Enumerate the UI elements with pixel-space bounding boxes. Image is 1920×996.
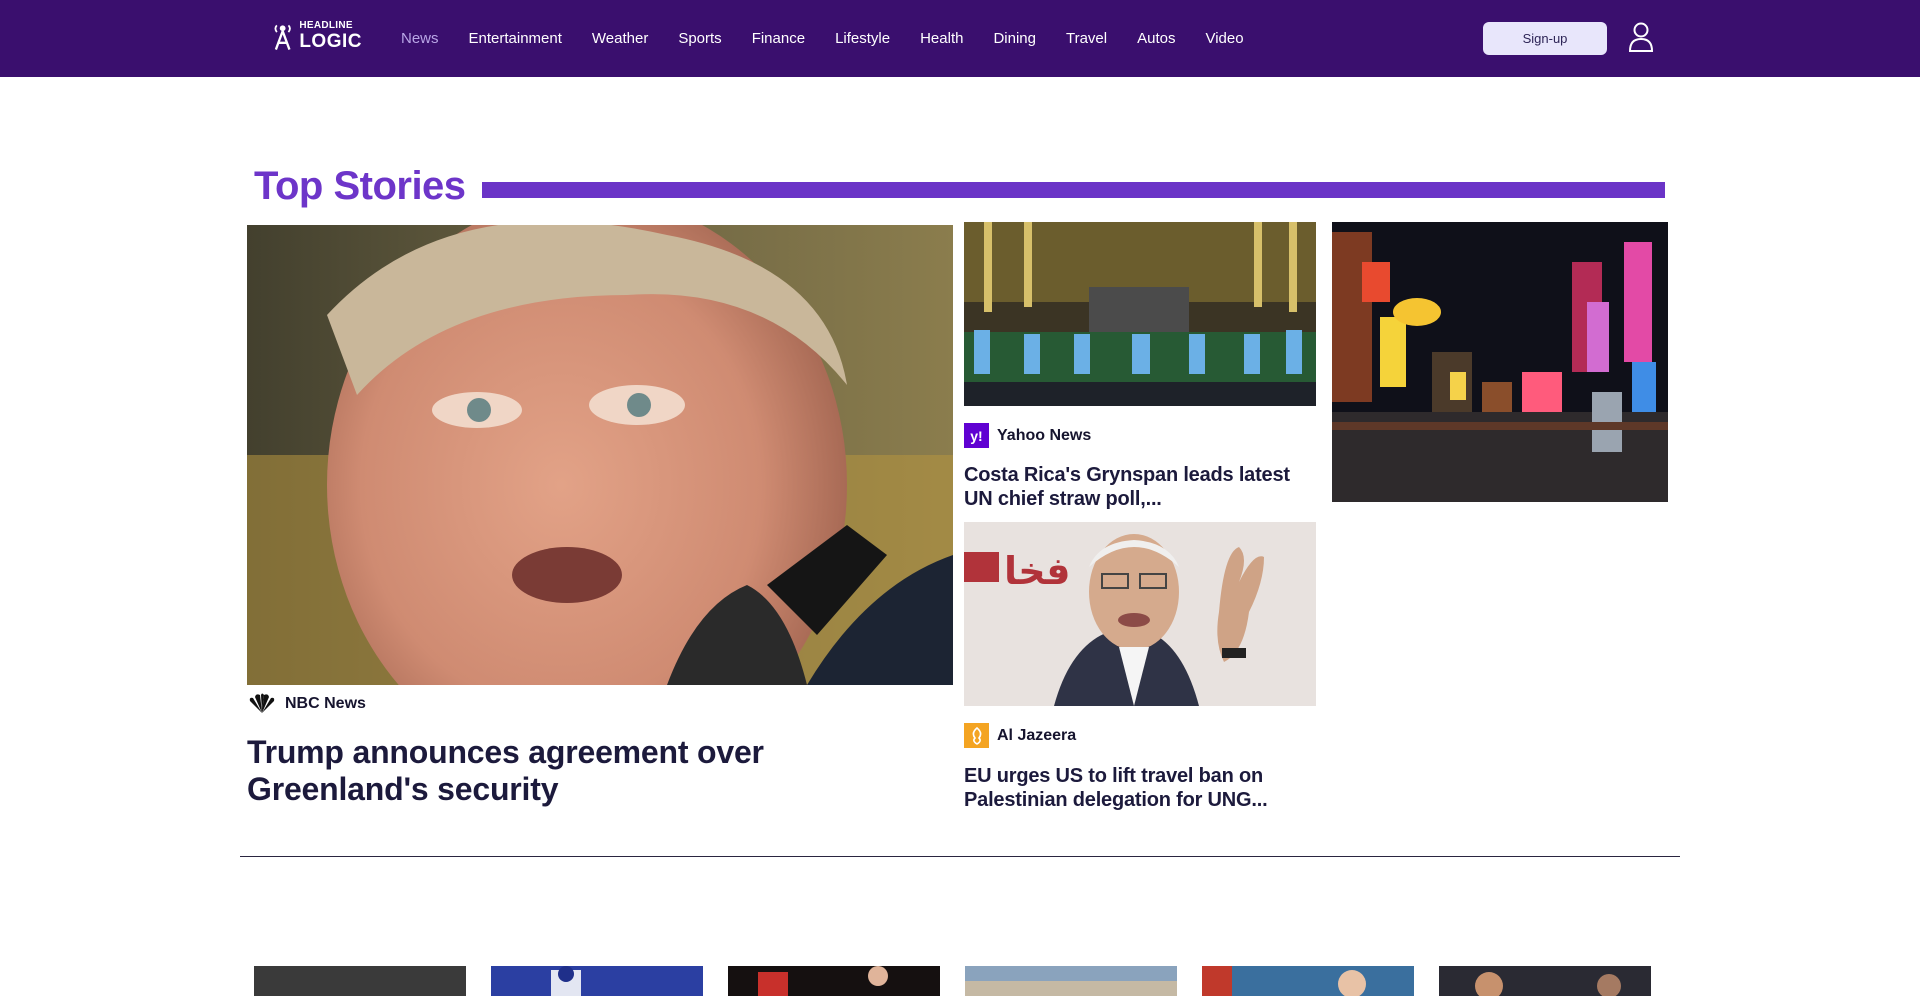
svg-text:فخا: فخا <box>1004 549 1071 593</box>
nav-item-news[interactable]: News <box>386 30 454 47</box>
nav-item-sports[interactable]: Sports <box>663 30 736 47</box>
story-source[interactable]: y! Yahoo News <box>964 423 1091 448</box>
thumbnail-image[interactable] <box>491 966 703 996</box>
featured-image[interactable] <box>1332 222 1668 502</box>
user-icon[interactable] <box>1627 21 1655 53</box>
section-title-rule <box>482 182 1665 198</box>
nav-item-lifestyle[interactable]: Lifestyle <box>820 30 905 47</box>
story-source[interactable]: Al Jazeera <box>964 723 1076 748</box>
peacock-icon <box>249 693 275 713</box>
source-name: Yahoo News <box>997 426 1092 444</box>
al-jazeera-icon <box>964 723 989 748</box>
main-story-image[interactable] <box>247 225 953 685</box>
nav-item-finance[interactable]: Finance <box>737 30 820 47</box>
logo-icon <box>274 24 291 50</box>
signup-button[interactable]: Sign-up <box>1483 22 1607 55</box>
source-name: Al Jazeera <box>997 726 1077 744</box>
yahoo-icon: y! <box>964 423 989 448</box>
nav-item-video[interactable]: Video <box>1190 30 1258 47</box>
story-headline[interactable]: EU urges US to lift travel ban on Palest… <box>964 764 1316 812</box>
thumbnail-image[interactable] <box>728 966 940 996</box>
nav-item-dining[interactable]: Dining <box>978 30 1051 47</box>
main-story-source[interactable]: NBC News <box>247 693 366 715</box>
nav-item-entertainment[interactable]: Entertainment <box>454 30 577 47</box>
main-nav: News Entertainment Weather Sports Financ… <box>386 0 1259 77</box>
story-headline[interactable]: Costa Rica's Grynspan leads latest UN ch… <box>964 463 1316 511</box>
main-story-headline[interactable]: Trump announces agreement over Greenland… <box>247 734 947 808</box>
logo-bottom-text: LOGIC <box>299 31 362 52</box>
section-title-top-stories: Top Stories <box>254 164 466 208</box>
thumbnail-image[interactable] <box>1202 966 1414 996</box>
thumbnail-image[interactable] <box>965 966 1177 996</box>
nav-item-autos[interactable]: Autos <box>1122 30 1190 47</box>
story-image[interactable]: فخا <box>964 522 1316 706</box>
thumbnail-image[interactable] <box>1439 966 1651 996</box>
nav-item-weather[interactable]: Weather <box>577 30 663 47</box>
top-navigation-bar: HEADLINE LOGIC News Entertainment Weathe… <box>0 0 1920 77</box>
logo-top-text: HEADLINE <box>299 20 353 31</box>
section-divider <box>240 856 1680 857</box>
thumbnail-image[interactable] <box>254 966 466 996</box>
site-logo[interactable]: HEADLINE LOGIC <box>272 20 362 52</box>
nav-item-travel[interactable]: Travel <box>1051 30 1122 47</box>
story-image[interactable] <box>964 222 1316 406</box>
nav-item-health[interactable]: Health <box>905 30 978 47</box>
source-name: NBC News <box>285 695 366 712</box>
